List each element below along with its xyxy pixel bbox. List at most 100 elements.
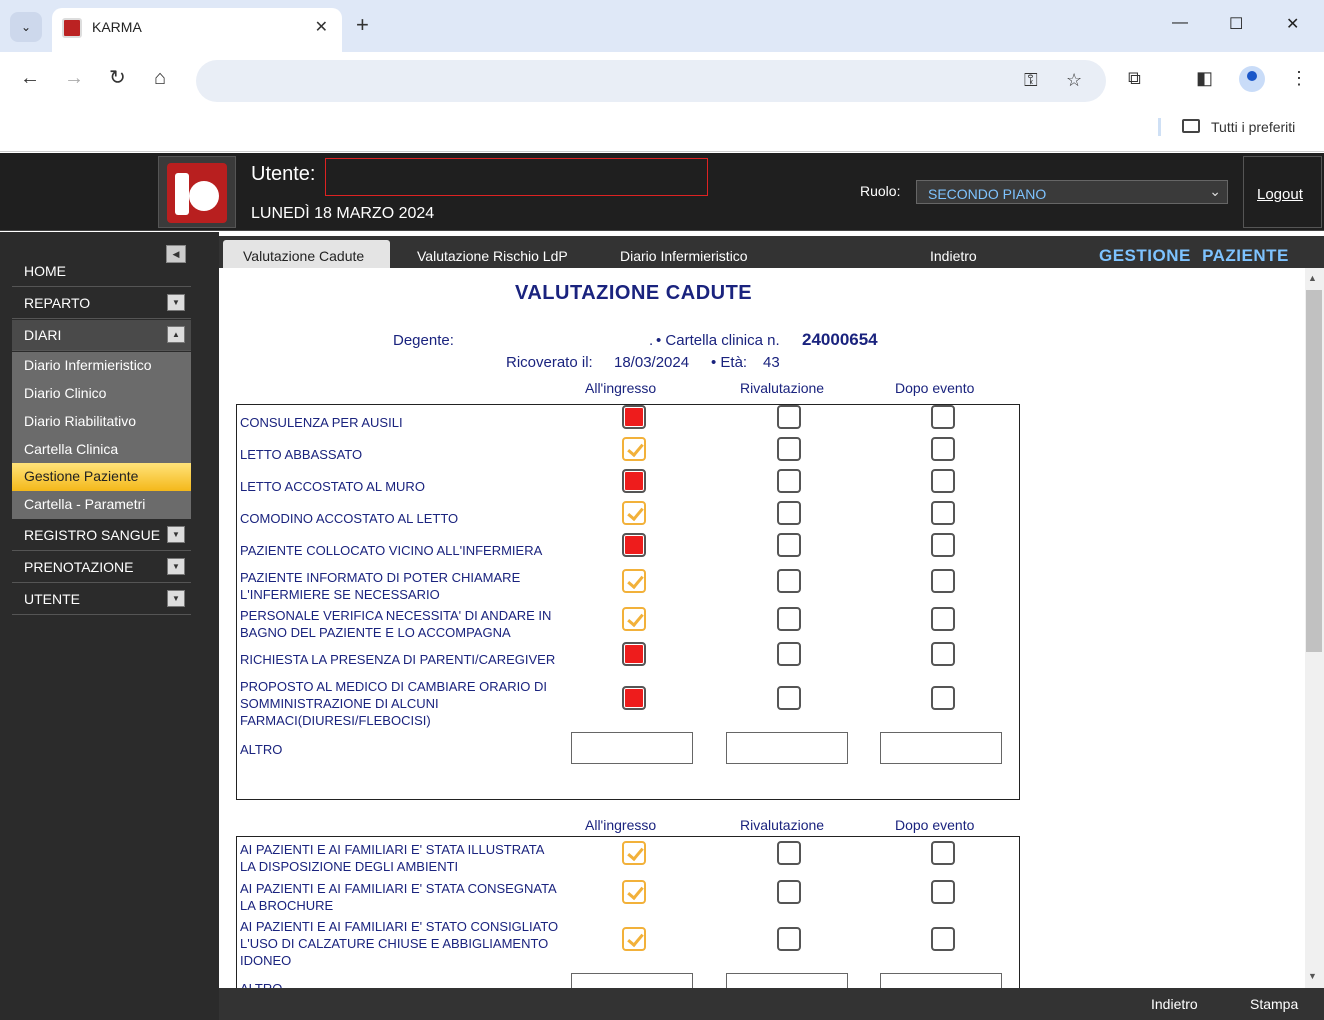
browser-tabstrip: ⌄ KARMA ✕ + — ☐ ✕: [0, 0, 1324, 52]
menu-kebab-icon[interactable]: ⋮: [1290, 68, 1308, 89]
sidebar-item-diari[interactable]: DIARI ▲: [12, 320, 191, 351]
tab-diario-infermieristico[interactable]: Diario Infermieristico: [620, 240, 770, 268]
tab-list-button[interactable]: ⌄: [10, 12, 42, 42]
scroll-down-icon[interactable]: ▼: [1308, 971, 1317, 981]
expand-arrow-icon[interactable]: ▼: [167, 590, 185, 607]
ricoverato-value: 18/03/2024: [614, 354, 690, 371]
checkbox-rivalutazione[interactable]: [777, 642, 801, 666]
sidebar-item-home[interactable]: HOME: [12, 256, 191, 287]
altro-label: ALTRO: [240, 742, 283, 757]
side-panel-icon[interactable]: ◧: [1196, 68, 1213, 89]
checkbox-dopo-evento[interactable]: [931, 841, 955, 865]
print-button[interactable]: Stampa: [1250, 996, 1298, 1012]
close-window-icon[interactable]: ✕: [1286, 14, 1299, 34]
checkbox-rivalutazione[interactable]: [777, 437, 801, 461]
checkbox-ingresso[interactable]: [622, 501, 646, 525]
sidebar-item-utente[interactable]: UTENTE ▼: [12, 584, 191, 615]
altro-dopo-evento-input[interactable]: [880, 973, 1002, 988]
sidebar-subitem-diario-clinico[interactable]: Diario Clinico: [12, 380, 191, 408]
browser-tab[interactable]: KARMA ✕: [52, 8, 342, 52]
checkbox-ingresso[interactable]: [622, 927, 646, 951]
checkbox-rivalutazione[interactable]: [777, 501, 801, 525]
role-select[interactable]: SECONDO PIANO ⌄: [916, 180, 1228, 204]
forward-icon[interactable]: →: [64, 68, 84, 88]
altro-ingresso-input[interactable]: [571, 732, 693, 764]
sidebar-subitem-gestione-paziente[interactable]: Gestione Paziente: [12, 463, 191, 491]
expand-arrow-icon[interactable]: ▼: [167, 294, 185, 311]
password-key-icon[interactable]: ⚿: [1024, 70, 1038, 91]
tab-valutazione-cadute[interactable]: Valutazione Cadute: [223, 240, 390, 268]
home-icon[interactable]: ⌂: [154, 68, 166, 88]
bookmark-star-icon[interactable]: ☆: [1066, 70, 1082, 91]
sidebar-item-prenotazione[interactable]: PRENOTAZIONE ▼: [12, 552, 191, 583]
address-bar[interactable]: ⚿ ☆: [196, 60, 1106, 102]
all-bookmarks-link[interactable]: Tutti i preferiti: [1211, 119, 1295, 135]
minimize-icon[interactable]: —: [1172, 14, 1188, 32]
checkbox-dopo-evento[interactable]: [931, 607, 955, 631]
maximize-icon[interactable]: ☐: [1229, 14, 1243, 34]
checkbox-rivalutazione[interactable]: [777, 469, 801, 493]
checkbox-ingresso[interactable]: [622, 880, 646, 904]
checkbox-ingresso[interactable]: [622, 569, 646, 593]
checkbox-ingresso[interactable]: [622, 405, 646, 429]
extensions-icon[interactable]: ⧉: [1128, 68, 1141, 89]
row-label: RICHIESTA LA PRESENZA DI PARENTI/CAREGIV…: [240, 652, 556, 667]
checkbox-dopo-evento[interactable]: [931, 686, 955, 710]
expand-arrow-icon[interactable]: ▼: [167, 526, 185, 543]
checkbox-dopo-evento[interactable]: [931, 437, 955, 461]
back-button[interactable]: Indietro: [1151, 996, 1198, 1012]
altro-dopo-evento-input[interactable]: [880, 732, 1002, 764]
back-icon[interactable]: ←: [20, 68, 40, 88]
profile-avatar[interactable]: [1239, 66, 1265, 92]
checkbox-rivalutazione[interactable]: [777, 533, 801, 557]
sidebar-item-reparto[interactable]: REPARTO ▼: [12, 288, 191, 319]
altro-ingresso-input[interactable]: [571, 973, 693, 988]
checkbox-dopo-evento[interactable]: [931, 880, 955, 904]
tab-indietro[interactable]: Indietro: [930, 240, 1000, 268]
sidebar-item-label: PRENOTAZIONE: [24, 559, 134, 575]
user-field[interactable]: [325, 158, 708, 196]
checkbox-rivalutazione[interactable]: [777, 880, 801, 904]
checkbox-rivalutazione[interactable]: [777, 927, 801, 951]
scrollbar-thumb[interactable]: [1306, 290, 1322, 652]
sidebar-item-registro-sangue[interactable]: REGISTRO SANGUE ▼: [12, 520, 191, 551]
checkbox-rivalutazione[interactable]: [777, 841, 801, 865]
checkbox-ingresso[interactable]: [622, 533, 646, 557]
checkbox-rivalutazione[interactable]: [777, 405, 801, 429]
checkbox-dopo-evento[interactable]: [931, 533, 955, 557]
chevron-down-icon: ⌄: [1209, 183, 1221, 199]
checkbox-ingresso[interactable]: [622, 607, 646, 631]
reload-icon[interactable]: ↻: [109, 68, 126, 88]
col-head-rivalutazione: Rivalutazione: [740, 380, 825, 396]
altro-rivalutazione-input[interactable]: [726, 973, 848, 988]
expand-arrow-icon[interactable]: ▼: [167, 558, 185, 575]
close-tab-icon[interactable]: ✕: [315, 17, 328, 37]
checkbox-dopo-evento[interactable]: [931, 927, 955, 951]
altro-rivalutazione-input[interactable]: [726, 732, 848, 764]
checkbox-dopo-evento[interactable]: [931, 405, 955, 429]
checkbox-dopo-evento[interactable]: [931, 469, 955, 493]
checkbox-ingresso[interactable]: [622, 437, 646, 461]
checkbox-dopo-evento[interactable]: [931, 642, 955, 666]
checkbox-rivalutazione[interactable]: [777, 607, 801, 631]
folder-icon[interactable]: [1182, 119, 1200, 133]
checkbox-dopo-evento[interactable]: [931, 501, 955, 525]
logout-link[interactable]: Logout: [1257, 186, 1303, 203]
tab-valutazione-rischio-ldp[interactable]: Valutazione Rischio LdP: [417, 240, 587, 268]
row-label: LETTO ACCOSTATO AL MURO: [240, 479, 425, 494]
checkbox-ingresso[interactable]: [622, 469, 646, 493]
sidebar-subitem-cartella-parametri[interactable]: Cartella - Parametri: [12, 491, 191, 519]
col-head-rivalutazione: Rivalutazione: [740, 817, 825, 833]
checkbox-ingresso[interactable]: [622, 841, 646, 865]
scroll-up-icon[interactable]: ▲: [1308, 273, 1317, 283]
collapse-arrow-icon[interactable]: ▲: [167, 326, 185, 343]
checkbox-dopo-evento[interactable]: [931, 569, 955, 593]
sidebar-subitem-diario-riabilitativo[interactable]: Diario Riabilitativo: [12, 408, 191, 436]
sidebar-subitem-cartella-clinica[interactable]: Cartella Clinica: [12, 436, 191, 464]
checkbox-ingresso[interactable]: [622, 642, 646, 666]
checkbox-ingresso[interactable]: [622, 686, 646, 710]
sidebar-subitem-diario-infermieristico[interactable]: Diario Infermieristico: [12, 352, 191, 380]
checkbox-rivalutazione[interactable]: [777, 686, 801, 710]
checkbox-rivalutazione[interactable]: [777, 569, 801, 593]
new-tab-icon[interactable]: +: [356, 14, 369, 36]
